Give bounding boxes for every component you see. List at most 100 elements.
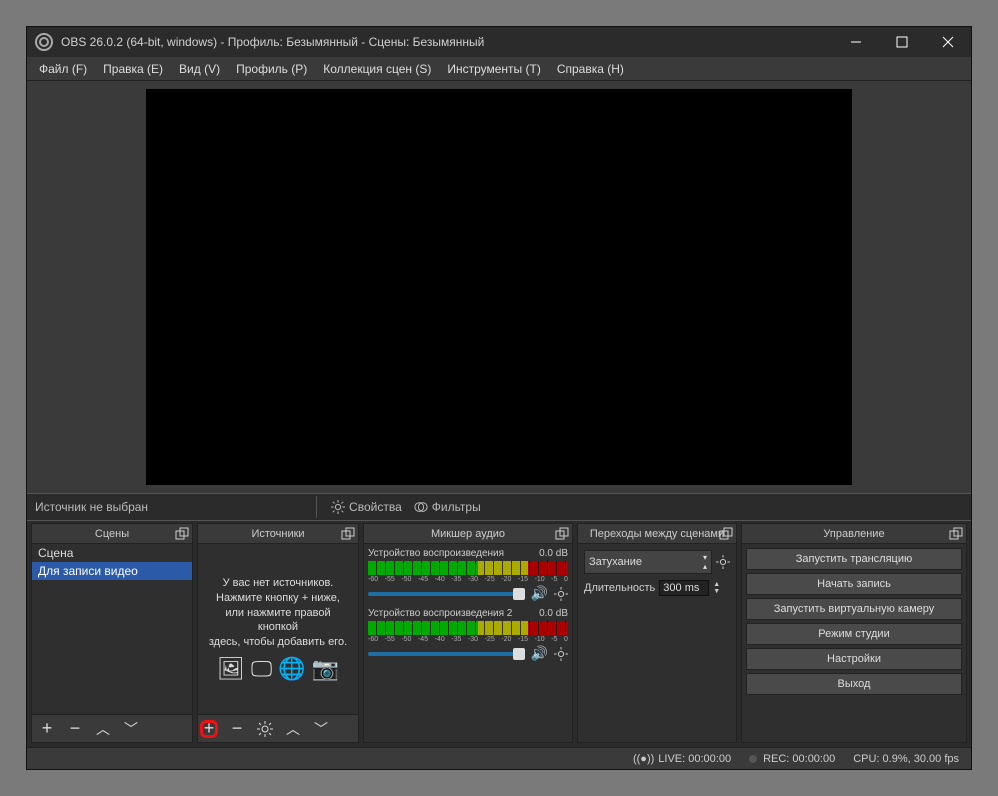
preview-canvas[interactable] [146,89,852,485]
properties-button[interactable]: Свойства [325,498,408,516]
sources-body[interactable]: У вас нет источников. Нажмите кнопку + н… [198,544,358,714]
track-name: Устройство воспроизведения [368,548,504,559]
controls-title: Управление [823,528,884,540]
meter-ticks: -60-55-50-45-40-35-30-25-20-15-10-50 [368,636,568,643]
maximize-button[interactable] [879,27,925,57]
app-icon [35,33,53,51]
divider [316,496,317,518]
filters-button[interactable]: Фильтры [408,498,487,516]
volume-slider[interactable] [368,592,525,596]
scenes-list[interactable]: Сцена Для записи видео [32,544,192,714]
duration-input[interactable] [659,580,709,596]
duration-label: Длительность [584,582,655,594]
preview-area [27,81,971,493]
image-icon: 🖼 [217,656,245,682]
broadcast-icon: ((●)) [633,753,654,765]
cpu-status: CPU: 0.9%, 30.00 fps [853,753,959,765]
maximize-icon [896,36,908,48]
sources-panel: Источники У вас нет источников. Нажмите … [197,523,359,743]
controls-panel: Управление Запустить трансляцию Начать з… [741,523,967,743]
speaker-icon[interactable]: 🔊 [531,645,548,662]
speaker-icon[interactable]: 🔊 [531,585,548,602]
remove-scene-button[interactable]: − [66,720,84,738]
camera-icon: 📷 [312,656,339,682]
sources-hint-line: Нажмите кнопку + ниже, [204,591,352,606]
sources-hint-line: здесь, чтобы добавить его. [204,635,352,650]
menu-profile[interactable]: Профиль (P) [228,59,315,79]
minimize-button[interactable] [833,27,879,57]
popout-icon[interactable] [949,527,963,541]
menu-scene-collection[interactable]: Коллекция сцен (S) [315,59,439,79]
menu-help[interactable]: Справка (H) [549,59,632,79]
duration-spinner[interactable]: ▲▼ [713,581,720,595]
controls-body: Запустить трансляцию Начать запись Запус… [742,544,966,742]
scene-item[interactable]: Сцена [32,544,192,562]
minimize-icon [850,36,862,48]
display-icon: 🖵 [251,656,272,682]
source-type-icons: 🖼 🖵 🌐 📷 [217,656,339,682]
sources-header: Источники [198,524,358,544]
globe-icon: 🌐 [278,656,305,682]
gear-icon [716,555,730,569]
remove-source-button[interactable]: − [228,720,246,738]
track-settings-button[interactable] [554,647,568,661]
sources-hint: У вас нет источников. Нажмите кнопку + н… [204,576,352,650]
scenes-footer: + − ︿ ﹀ [32,714,192,742]
transition-selected: Затухание [589,556,642,568]
settings-button[interactable]: Настройки [746,648,962,670]
mixer-title: Микшер аудио [431,528,505,540]
menu-file[interactable]: Файл (F) [31,59,95,79]
popout-icon[interactable] [719,527,733,541]
audio-meter [368,561,568,575]
menu-tools[interactable]: Инструменты (T) [439,59,548,79]
start-recording-button[interactable]: Начать запись [746,573,962,595]
studio-mode-button[interactable]: Режим студии [746,623,962,645]
sources-hint-line: или нажмите правой кнопкой [204,606,352,636]
scenes-title: Сцены [95,528,129,540]
mixer-header: Микшер аудио [364,524,572,544]
mixer-track: Устройство воспроизведения 2 0.0 dB -60-… [368,608,568,662]
properties-label: Свойства [349,500,402,514]
window-title: OBS 26.0.2 (64-bit, windows) - Профиль: … [61,35,484,49]
titlebar: OBS 26.0.2 (64-bit, windows) - Профиль: … [27,27,971,57]
transition-settings-button[interactable] [716,555,730,569]
audio-mixer-panel: Микшер аудио Устройство воспроизведения … [363,523,573,743]
filters-label: Фильтры [432,500,481,514]
add-scene-button[interactable]: + [38,720,56,738]
record-indicator-icon [749,755,757,763]
transition-select[interactable]: Затухание ▾▴ [584,550,712,574]
close-icon [942,36,954,48]
source-up-button[interactable]: ︿ [284,720,302,738]
menu-edit[interactable]: Правка (E) [95,59,171,79]
scene-item[interactable]: Для записи видео [32,562,192,580]
popout-icon[interactable] [555,527,569,541]
mixer-track: Устройство воспроизведения 0.0 dB -60-55… [368,548,568,602]
transitions-body: Затухание ▾▴ Длительность ▲▼ [578,544,736,742]
source-properties-button[interactable] [256,720,274,738]
close-button[interactable] [925,27,971,57]
scene-up-button[interactable]: ︿ [94,720,112,738]
transitions-title: Переходы между сценами [590,528,724,540]
chevron-down-icon: ▾▴ [703,553,707,571]
add-source-button[interactable]: + [200,720,218,738]
exit-button[interactable]: Выход [746,673,962,695]
rec-status: REC: 00:00:00 [763,753,835,765]
live-status: LIVE: 00:00:00 [658,753,731,765]
start-virtual-camera-button[interactable]: Запустить виртуальную камеру [746,598,962,620]
statusbar: ((●)) LIVE: 00:00:00 REC: 00:00:00 CPU: … [27,747,971,769]
scenes-panel: Сцены Сцена Для записи видео + − ︿ ﹀ [31,523,193,743]
mixer-body: Устройство воспроизведения 0.0 dB -60-55… [364,544,572,742]
sources-hint-line: У вас нет источников. [204,576,352,591]
start-streaming-button[interactable]: Запустить трансляцию [746,548,962,570]
scene-down-button[interactable]: ﹀ [122,720,140,738]
popout-icon[interactable] [175,527,189,541]
track-settings-button[interactable] [554,587,568,601]
no-source-label: Источник не выбран [35,500,148,514]
volume-slider[interactable] [368,652,525,656]
menu-view[interactable]: Вид (V) [171,59,228,79]
track-db: 0.0 dB [539,608,568,619]
source-down-button[interactable]: ﹀ [312,720,330,738]
popout-icon[interactable] [341,527,355,541]
meter-ticks: -60-55-50-45-40-35-30-25-20-15-10-50 [368,576,568,583]
track-db: 0.0 dB [539,548,568,559]
